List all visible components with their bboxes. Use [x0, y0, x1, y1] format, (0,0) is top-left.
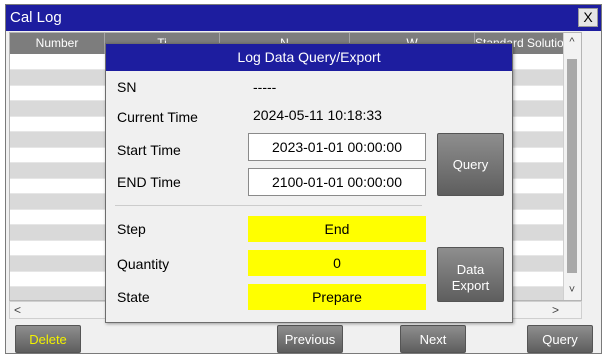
previous-button[interactable]: Previous: [277, 325, 343, 353]
close-button[interactable]: X: [578, 8, 598, 27]
next-button[interactable]: Next: [400, 325, 466, 353]
end-time-label: END Time: [117, 174, 181, 190]
quantity-label: Quantity: [117, 256, 170, 272]
log-data-query-dialog: Log Data Query/Export SN ----- Current T…: [105, 43, 513, 323]
data-export-button[interactable]: Data Export: [437, 247, 504, 302]
state-value: Prepare: [248, 284, 426, 310]
data-export-label-line1: Data: [456, 262, 485, 277]
step-label: Step: [117, 221, 146, 237]
state-label: State: [117, 289, 150, 305]
dialog-title: Log Data Query/Export: [106, 44, 512, 71]
quantity-value: 0: [248, 250, 426, 276]
scroll-left-icon[interactable]: <: [14, 303, 21, 317]
start-time-field[interactable]: 2023-01-01 00:00:00: [248, 133, 426, 161]
query-button[interactable]: Query: [437, 133, 504, 196]
vertical-scrollbar[interactable]: ^ ˅: [563, 33, 581, 300]
scroll-right-icon[interactable]: >: [552, 303, 559, 317]
title-bar: Cal Log X: [6, 5, 601, 31]
current-time-label: Current Time: [117, 109, 198, 125]
query-bottom-button[interactable]: Query: [527, 325, 593, 353]
current-time-value: 2024-05-11 10:18:33: [253, 107, 382, 123]
dialog-divider: [115, 205, 422, 206]
sn-label: SN: [117, 79, 137, 95]
start-time-label: Start Time: [117, 142, 181, 158]
scroll-up-icon[interactable]: ^: [564, 36, 580, 48]
scroll-thumb[interactable]: [567, 59, 577, 273]
sn-value: -----: [253, 79, 277, 95]
end-time-field[interactable]: 2100-01-01 00:00:00: [248, 168, 426, 196]
scroll-down-icon[interactable]: ˅: [564, 284, 580, 296]
column-header-number[interactable]: Number: [10, 33, 105, 54]
data-export-label-line2: Export: [451, 278, 490, 293]
delete-button[interactable]: Delete: [15, 325, 81, 353]
window-title: Cal Log: [10, 9, 62, 26]
step-value: End: [248, 216, 426, 242]
